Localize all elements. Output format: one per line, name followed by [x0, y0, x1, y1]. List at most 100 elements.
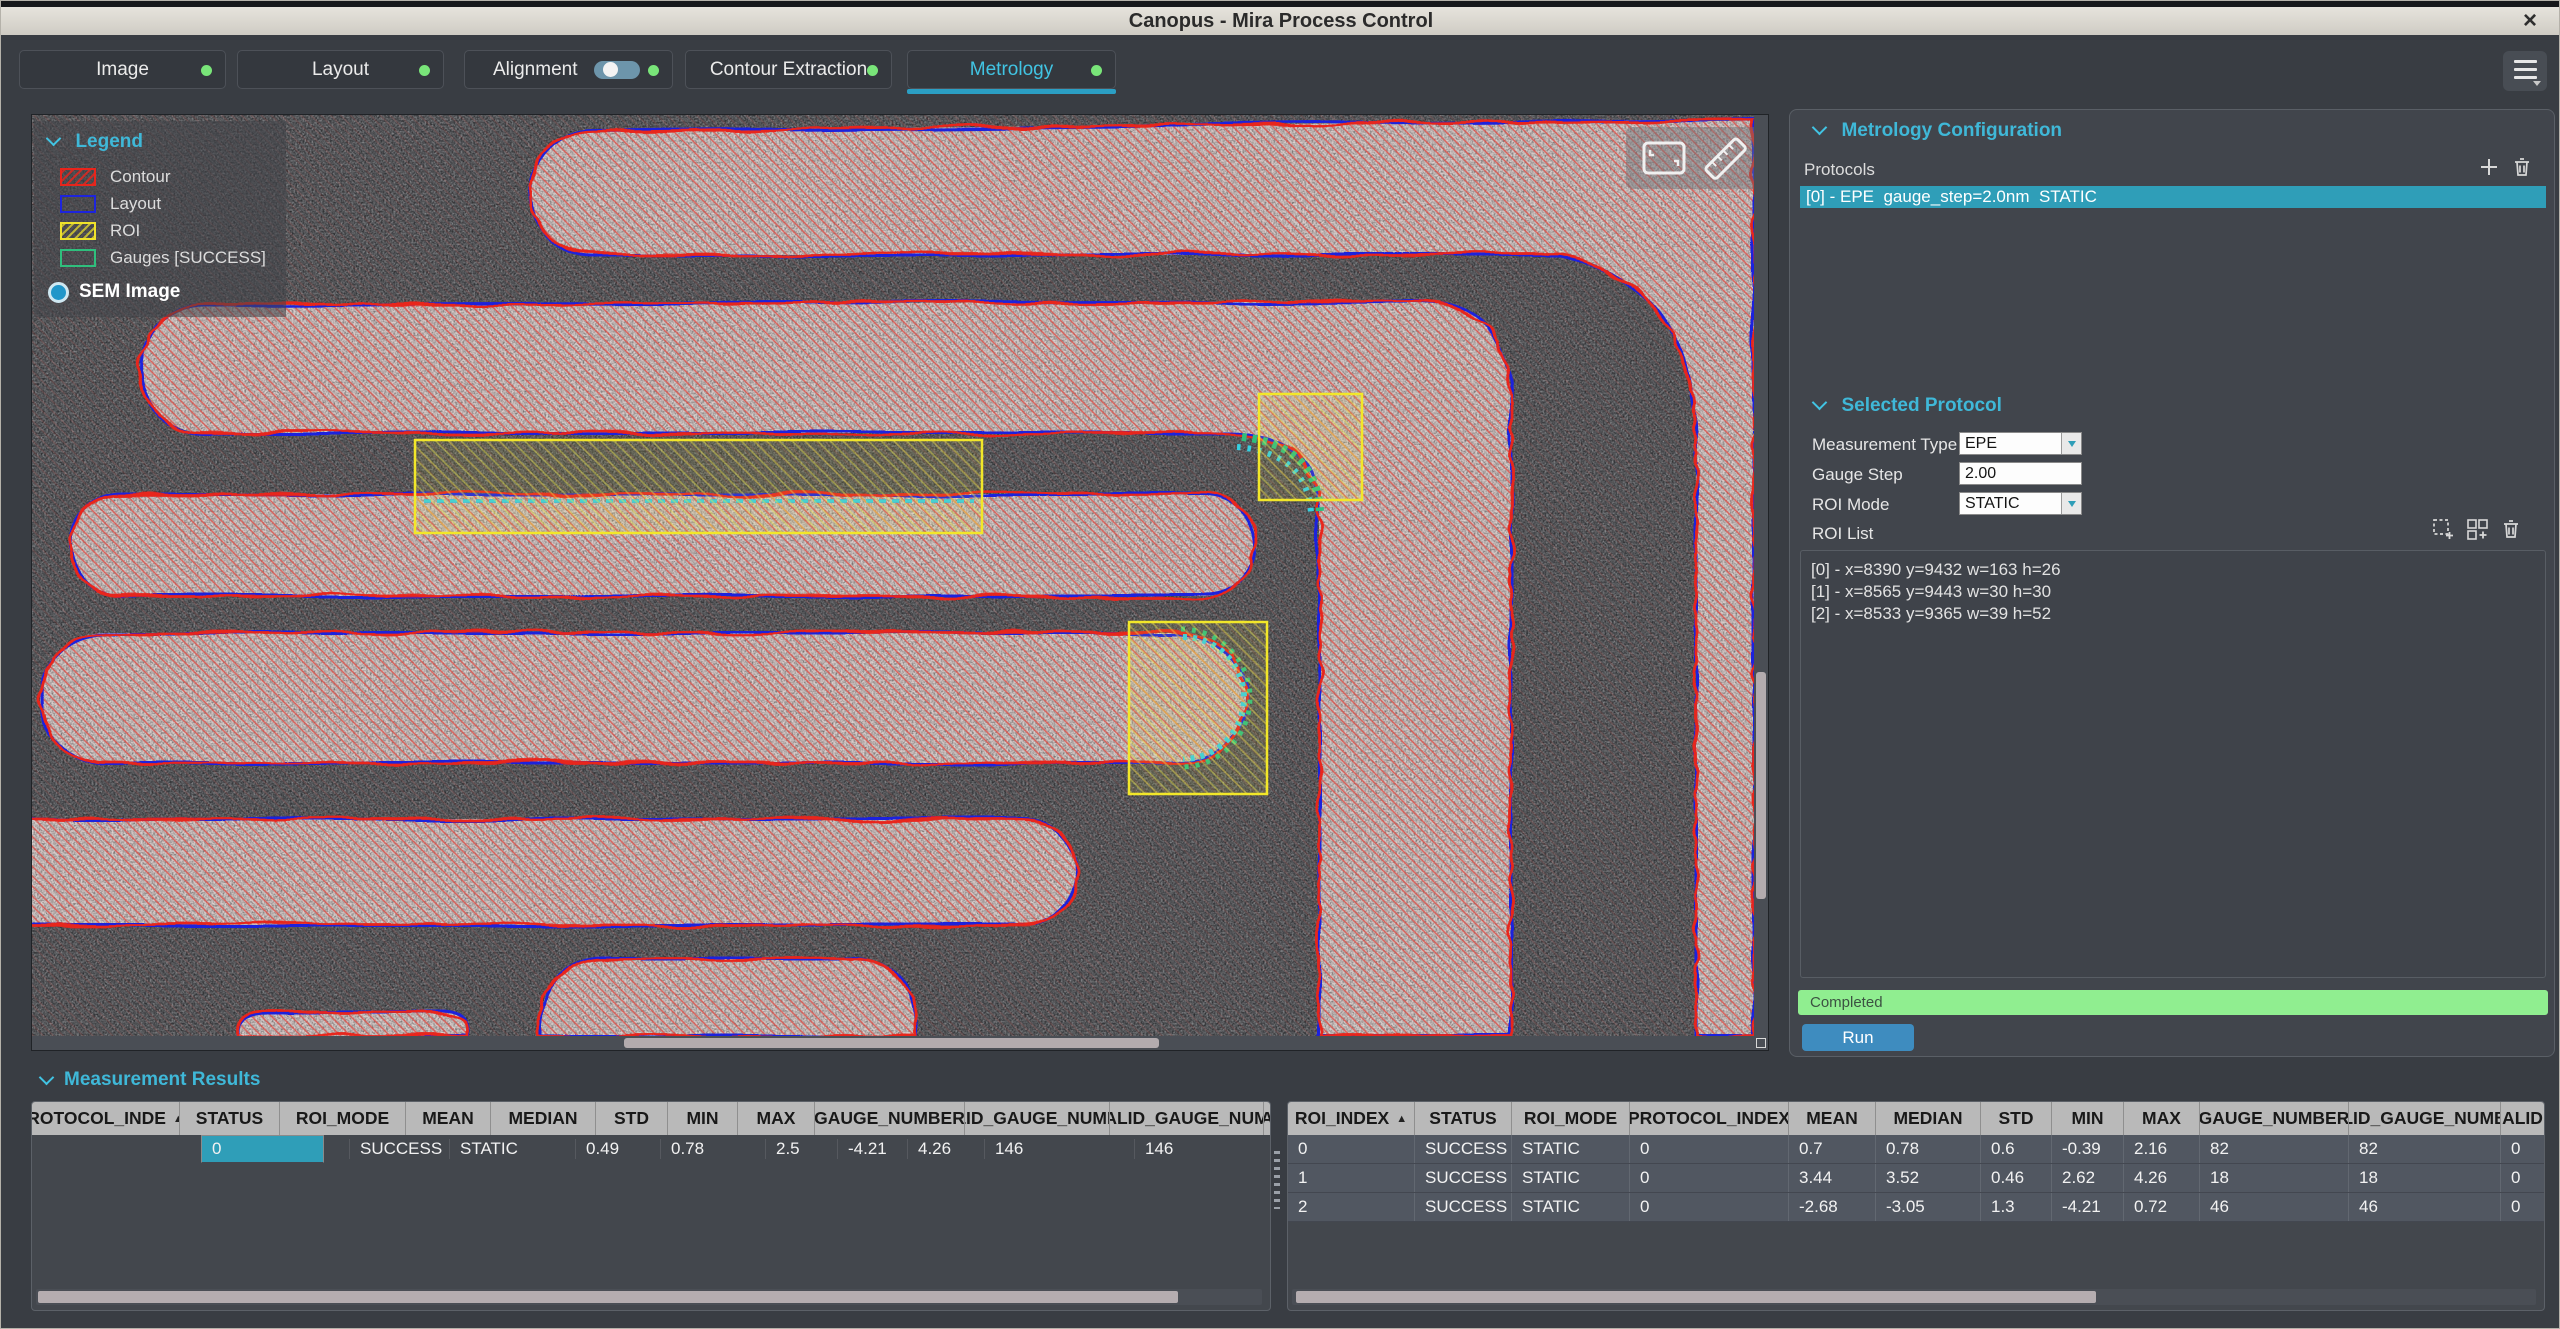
canvas-vertical-scrollbar[interactable]: [1754, 115, 1768, 1036]
column-header[interactable]: MIN: [668, 1102, 738, 1135]
legend-item-gauges[interactable]: Gauges [SUCCESS]: [60, 244, 272, 271]
chevron-down-icon[interactable]: [1812, 120, 1828, 136]
dropdown-arrow-icon[interactable]: [2061, 493, 2081, 514]
column-header[interactable]: ROI_MODE: [280, 1102, 406, 1135]
status-dot-green: [201, 65, 212, 76]
column-header[interactable]: STD: [596, 1102, 668, 1135]
scrollbar-thumb[interactable]: [624, 1038, 1159, 1048]
scrollbar-thumb[interactable]: [1296, 1291, 2096, 1303]
column-header[interactable]: MEDIAN: [491, 1102, 596, 1135]
column-header[interactable]: MEDIAN: [1876, 1102, 1981, 1135]
results-table-protocols: ROTOCOL_INDE▲STATUSROI_MODEMEANMEDIANSTD…: [31, 1101, 1271, 1311]
add-roi-button[interactable]: [2430, 516, 2456, 542]
column-header[interactable]: PROTOCOL_INDEX: [1630, 1102, 1789, 1135]
roi-list[interactable]: [0] - x=8390 y=9432 w=163 h=26 [1] - x=8…: [1800, 550, 2546, 978]
legend-item-roi[interactable]: ROI: [60, 217, 272, 244]
column-header[interactable]: A: [1264, 1102, 1270, 1135]
resize-corner[interactable]: [1754, 1036, 1768, 1050]
table-cell: 1: [1288, 1164, 1415, 1192]
column-header[interactable]: ROTOCOL_INDE▲: [32, 1102, 180, 1135]
close-icon[interactable]: ×: [2523, 9, 2537, 33]
legend-panel: Legend Contour Layout ROI Gauges [SUCCES…: [34, 121, 286, 317]
column-header[interactable]: LID_GAUGE_NUME: [965, 1102, 1110, 1135]
measurement-type-label: Measurement Type: [1812, 435, 1957, 455]
scrollbar-thumb[interactable]: [38, 1291, 1178, 1303]
legend-item-layout[interactable]: Layout: [60, 190, 272, 217]
chevron-down-icon[interactable]: [46, 131, 62, 147]
add-protocol-button[interactable]: [2476, 154, 2502, 180]
table-cell: SUCCESS: [1415, 1164, 1512, 1192]
menu-button[interactable]: [2503, 51, 2547, 91]
gauge-step-input[interactable]: [1959, 462, 2082, 485]
table-row[interactable]: 0SUCCESSSTATIC0.490.782.5-4.214.26146146…: [201, 1135, 324, 1163]
roi-box-0[interactable]: [415, 440, 982, 533]
gauges-swatch: [60, 249, 96, 267]
roi-list-item[interactable]: [0] - x=8390 y=9432 w=163 h=26: [1811, 559, 2535, 581]
sem-image-viewport[interactable]: Legend Contour Layout ROI Gauges [SUCCES…: [31, 114, 1769, 1051]
column-header[interactable]: ALID: [2501, 1102, 2544, 1135]
tab-image[interactable]: Image: [19, 50, 226, 89]
table-horizontal-scrollbar[interactable]: [36, 1289, 1262, 1305]
scrollbar-thumb[interactable]: [1756, 672, 1766, 899]
column-header[interactable]: MEAN: [406, 1102, 491, 1135]
add-multi-roi-button[interactable]: [2464, 516, 2490, 542]
table-row[interactable]: 0SUCCESSSTATIC00.70.780.6-0.392.1682820: [1288, 1135, 2544, 1164]
table-cell: 0.7: [1789, 1135, 1876, 1163]
title-bar[interactable]: Canopus - Mira Process Control ×: [1, 7, 2560, 35]
column-header[interactable]: STATUS: [180, 1102, 280, 1135]
tab-alignment[interactable]: Alignment: [464, 50, 673, 89]
column-header[interactable]: LID_GAUGE_NUMB: [2349, 1102, 2501, 1135]
table-row[interactable]: 2SUCCESSSTATIC0-2.68-3.051.3-4.210.72464…: [1288, 1193, 2544, 1222]
viewer-toolbar: [1626, 127, 1754, 189]
roi-box-1[interactable]: [1259, 394, 1362, 500]
chevron-down-icon[interactable]: [1812, 395, 1828, 411]
column-header[interactable]: MAX: [2124, 1102, 2200, 1135]
table-cell: 0: [1630, 1193, 1789, 1221]
roi-box-2[interactable]: [1129, 622, 1267, 794]
measurement-type-select[interactable]: EPE: [1959, 432, 2082, 455]
table-cell: 1.3: [1981, 1193, 2052, 1221]
alignment-toggle[interactable]: [594, 61, 640, 79]
table-cell: 4.26: [908, 1139, 985, 1159]
column-header[interactable]: ROI_INDEX▲: [1288, 1102, 1415, 1135]
window-title: Canopus - Mira Process Control: [1129, 10, 1434, 33]
column-header[interactable]: ALID_GAUGE_NUM: [1110, 1102, 1264, 1135]
column-header[interactable]: STD: [1981, 1102, 2052, 1135]
tab-layout[interactable]: Layout: [237, 50, 444, 89]
sem-image[interactable]: [32, 115, 1754, 1036]
table-body: 0SUCCESSSTATIC00.70.780.6-0.392.16828201…: [1288, 1135, 2544, 1222]
radio-selected-icon[interactable]: [48, 282, 69, 303]
add-roi-icon: [2432, 518, 2455, 541]
table-splitter-handle[interactable]: [1274, 1151, 1280, 1209]
table-cell: -4.21: [2052, 1193, 2124, 1221]
tab-contour-extraction[interactable]: Contour Extraction: [685, 50, 892, 89]
table-cell: 82: [2349, 1135, 2501, 1163]
chevron-down-icon[interactable]: [39, 1069, 55, 1085]
column-header[interactable]: GAUGE_NUMBER: [2200, 1102, 2349, 1135]
canvas-horizontal-scrollbar[interactable]: [32, 1036, 1754, 1050]
column-header[interactable]: ROI_MODE: [1512, 1102, 1630, 1135]
delete-protocol-button[interactable]: [2509, 154, 2535, 180]
table-cell: STATIC: [1512, 1164, 1630, 1192]
column-header[interactable]: STATUS: [1415, 1102, 1512, 1135]
dropdown-arrow-icon[interactable]: [2061, 433, 2081, 454]
tab-metrology[interactable]: Metrology: [907, 50, 1116, 89]
roi-list-item[interactable]: [1] - x=8565 y=9443 w=30 h=30: [1811, 581, 2535, 603]
roi-mode-select[interactable]: STATIC: [1959, 492, 2082, 515]
roi-list-item[interactable]: [2] - x=8533 y=9365 w=39 h=52: [1811, 603, 2535, 625]
column-header[interactable]: MIN: [2052, 1102, 2124, 1135]
column-header[interactable]: MEAN: [1789, 1102, 1876, 1135]
delete-roi-button[interactable]: [2498, 516, 2524, 542]
table-cell: 0: [202, 1139, 350, 1159]
table-cell: 18: [2200, 1164, 2349, 1192]
column-header[interactable]: MAX: [738, 1102, 815, 1135]
table-cell: 18: [2349, 1164, 2501, 1192]
legend-item-contour[interactable]: Contour: [60, 163, 272, 190]
base-layer-selector[interactable]: SEM Image: [48, 281, 272, 303]
column-header[interactable]: GAUGE_NUMBER: [815, 1102, 965, 1135]
table-horizontal-scrollbar[interactable]: [1292, 1289, 2536, 1305]
table-row[interactable]: 1SUCCESSSTATIC03.443.520.462.624.2618180: [1288, 1164, 2544, 1193]
run-button[interactable]: Run: [1802, 1024, 1914, 1051]
protocol-list-item[interactable]: [0] - EPE gauge_step=2.0nm STATIC: [1800, 186, 2546, 208]
plus-icon: [2479, 157, 2499, 177]
